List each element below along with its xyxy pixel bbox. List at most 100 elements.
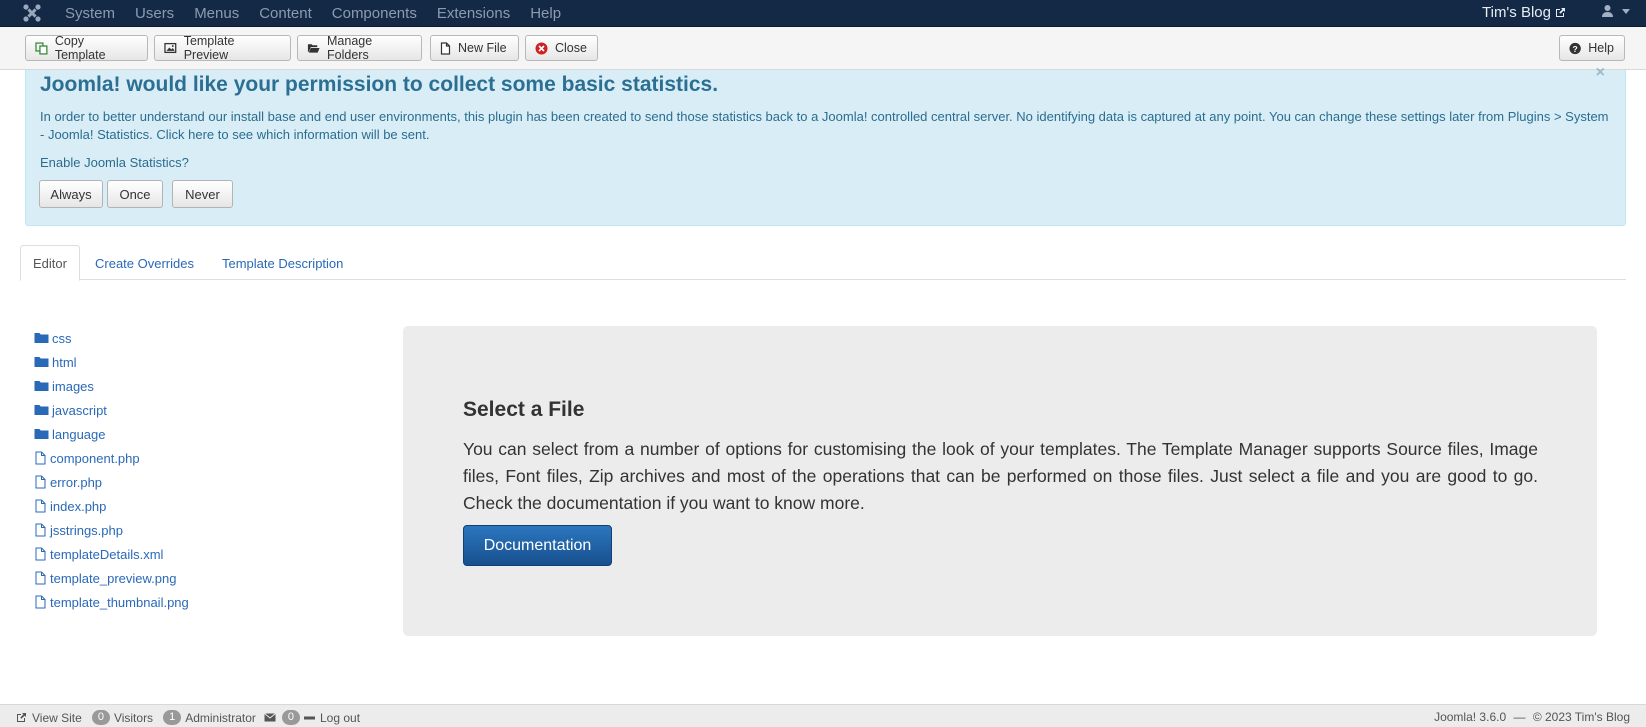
folder-icon [34, 381, 49, 391]
footer-status: View Site 0 Visitors 1 Administrator 0 L… [16, 710, 360, 725]
close-button[interactable]: Close [525, 35, 598, 61]
alert-info-link[interactable]: Click here to see which information will… [156, 127, 429, 142]
site-link[interactable]: Tim's Blog [1482, 4, 1566, 21]
tree-folder[interactable]: javascript [34, 398, 189, 422]
tab-create-overrides[interactable]: Create Overrides [95, 245, 194, 281]
tree-file[interactable]: index.php [34, 494, 189, 518]
menu-system[interactable]: System [65, 5, 115, 22]
panel-description: You can select from a number of options … [463, 439, 1538, 513]
version-text: Joomla! 3.6.0 [1434, 710, 1507, 724]
tree-file[interactable]: template_thumbnail.png [34, 590, 189, 614]
main-menu: System Users Menus Content Components Ex… [65, 0, 581, 27]
select-file-panel: Select a File You can select from a numb… [403, 326, 1597, 636]
svg-text:?: ? [1573, 43, 1578, 53]
user-icon [1602, 5, 1613, 17]
alert-close-button[interactable]: × [1596, 64, 1605, 82]
help-label: Help [1588, 41, 1614, 55]
never-button[interactable]: Never [172, 180, 233, 208]
menu-extensions[interactable]: Extensions [437, 5, 510, 22]
file-icon [35, 547, 46, 561]
visitors-label: Visitors [113, 710, 154, 725]
alert-message: In order to better understand our instal… [40, 108, 1610, 144]
view-site-link[interactable]: View Site [16, 711, 82, 725]
logout-label: Log out [320, 710, 361, 725]
footer-separator: — [1513, 710, 1526, 724]
file-icon [35, 523, 46, 537]
visitors-badge: 0 [91, 710, 110, 725]
template-preview-label: Template Preview [183, 34, 235, 62]
tree-file[interactable]: error.php [34, 470, 189, 494]
new-file-button[interactable]: New File [430, 35, 519, 61]
once-button[interactable]: Once [107, 180, 163, 208]
copy-icon [35, 41, 48, 55]
menu-menus[interactable]: Menus [194, 5, 239, 22]
tree-file[interactable]: component.php [34, 446, 189, 470]
view-site-label: View Site [32, 710, 82, 725]
tree-item-label: component.php [50, 450, 140, 466]
help-icon: ? [1569, 42, 1581, 54]
tree-item-label: html [52, 354, 77, 370]
menu-content[interactable]: Content [259, 5, 312, 22]
file-icon [440, 41, 451, 55]
tree-item-label: error.php [50, 474, 103, 490]
manage-folders-button[interactable]: Manage Folders [297, 34, 422, 62]
logout-link[interactable]: Log out [304, 711, 360, 725]
tree-item-label: template_thumbnail.png [50, 594, 189, 610]
close-circle-icon [535, 42, 548, 54]
template-preview-button[interactable]: Template Preview [154, 34, 291, 62]
documentation-button[interactable]: Documentation [463, 525, 612, 566]
alert-question: Enable Joomla Statistics? [40, 155, 189, 170]
copyright-text: © 2023 Tim's Blog [1532, 710, 1630, 724]
toolbar: Copy Template Template Preview Manage Fo… [0, 27, 1646, 70]
top-navbar: System Users Menus Content Components Ex… [0, 0, 1646, 27]
minus-icon [304, 716, 315, 719]
tree-item-label: css [52, 330, 72, 346]
tree-folder[interactable]: images [34, 374, 189, 398]
site-name: Tim's Blog [1482, 4, 1551, 21]
tab-editor[interactable]: Editor [20, 245, 80, 281]
file-icon [35, 571, 46, 585]
tree-file[interactable]: template_preview.png [34, 566, 189, 590]
file-icon [35, 451, 46, 465]
joomla-logo-icon[interactable] [22, 3, 42, 23]
manage-folders-label: Manage Folders [327, 34, 373, 62]
tree-file[interactable]: jsstrings.php [34, 518, 189, 542]
folder-icon [34, 333, 49, 343]
tree-item-label: javascript [52, 402, 107, 418]
image-icon [164, 42, 177, 54]
always-button[interactable]: Always [39, 180, 103, 208]
tree-folder[interactable]: language [34, 422, 189, 446]
new-file-label: New File [458, 41, 507, 55]
external-link-icon [1556, 8, 1565, 17]
alert-title: Joomla! would like your permission to co… [40, 73, 719, 96]
tab-template-description[interactable]: Template Description [222, 245, 343, 281]
tree-item-label: templateDetails.xml [50, 546, 164, 562]
file-icon [35, 475, 46, 489]
user-menu[interactable] [1601, 4, 1632, 17]
footer-version: Joomla! 3.6.0 — © 2023 Tim's Blog [1434, 710, 1630, 724]
statistics-alert: × Joomla! would like your permission to … [25, 64, 1626, 226]
external-link-icon [17, 713, 26, 722]
messages-badge[interactable]: 0 [281, 710, 300, 725]
admins-badge: 1 [163, 710, 182, 725]
admins-label: Administrator [185, 710, 256, 725]
menu-components[interactable]: Components [332, 5, 417, 22]
tree-folder[interactable]: css [34, 326, 189, 350]
status-footer: View Site 0 Visitors 1 Administrator 0 L… [0, 704, 1646, 727]
help-button[interactable]: ? Help [1559, 35, 1625, 61]
tree-folder[interactable]: html [34, 350, 189, 374]
menu-users[interactable]: Users [135, 5, 174, 22]
envelope-icon[interactable] [264, 713, 276, 722]
folder-icon [34, 429, 49, 439]
menu-help[interactable]: Help [530, 5, 561, 22]
folder-open-icon [307, 44, 320, 53]
panel-heading: Select a File [463, 398, 585, 421]
tree-item-label: index.php [50, 498, 107, 514]
caret-down-icon [1622, 8, 1630, 14]
file-icon [35, 595, 46, 609]
tree-file[interactable]: templateDetails.xml [34, 542, 189, 566]
copy-template-button[interactable]: Copy Template [25, 34, 148, 62]
file-icon [35, 499, 46, 513]
tree-item-label: jsstrings.php [50, 522, 123, 538]
tree-item-label: images [52, 378, 94, 394]
